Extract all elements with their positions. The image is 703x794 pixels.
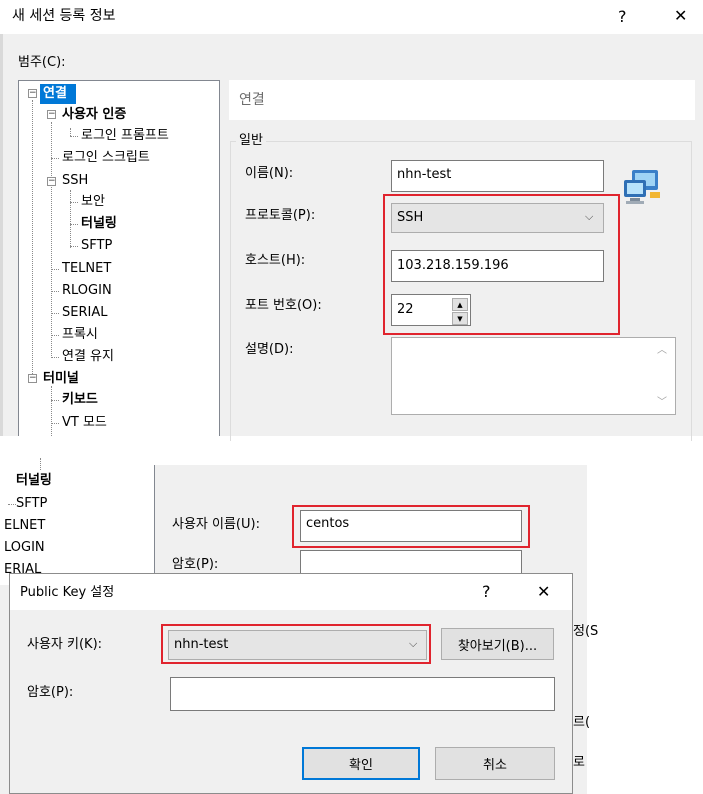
- tree-line: [70, 136, 78, 137]
- tree-item-keyboard[interactable]: 키보드: [62, 392, 98, 408]
- tree-line: [70, 128, 71, 136]
- edge-text: 르(: [573, 715, 591, 730]
- highlight-box: [161, 624, 431, 664]
- tree-line: [51, 158, 59, 159]
- bg-tree-item-sftp[interactable]: SFTP: [16, 496, 47, 512]
- tree-item-connection[interactable]: 연결: [43, 86, 67, 102]
- tree-line: [51, 357, 59, 358]
- tree-line: [40, 458, 41, 470]
- cancel-button[interactable]: 취소: [435, 747, 555, 780]
- tree-item-sftp[interactable]: SFTP: [81, 238, 112, 254]
- name-input[interactable]: nhn-test: [391, 160, 604, 192]
- tree-item-login-script[interactable]: 로그인 스크립트: [62, 150, 150, 166]
- username-label: 사용자 이름(U):: [172, 517, 260, 532]
- pk-close-button[interactable]: ✕: [537, 584, 550, 600]
- tree-line: [51, 386, 52, 436]
- left-edge: [0, 34, 3, 436]
- description-textarea[interactable]: ︿ ﹀: [391, 337, 676, 415]
- tree-line: [51, 335, 59, 336]
- tree-item-serial[interactable]: SERIAL: [62, 305, 107, 321]
- highlight-box: [292, 505, 530, 548]
- tree-item-proxy[interactable]: 프록시: [62, 327, 98, 343]
- browse-button[interactable]: 찾아보기(B)...: [441, 628, 554, 660]
- pk-help-button[interactable]: ?: [482, 584, 491, 600]
- category-label: 범주(C):: [18, 55, 66, 70]
- tree-line: [70, 202, 78, 203]
- tree-item-terminal[interactable]: 터미널: [43, 371, 79, 387]
- section-header: 연결: [239, 92, 265, 108]
- password-label: 암호(P):: [172, 557, 219, 572]
- bg-tree-item-telnet[interactable]: ELNET: [4, 518, 45, 534]
- tree-item-keepalive[interactable]: 연결 유지: [62, 349, 114, 365]
- dialog-title: 새 세션 등록 정보: [12, 8, 116, 24]
- collapse-toggle[interactable]: −: [28, 374, 37, 383]
- computer-network-icon: [622, 170, 664, 206]
- section-header-bar: [229, 80, 695, 120]
- pk-password-input[interactable]: [170, 677, 555, 711]
- protocol-label: 프로토콜(P):: [245, 208, 316, 223]
- tree-line: [51, 291, 59, 292]
- scroll-down-icon: ﹀: [657, 397, 667, 408]
- tree-item-vt-mode[interactable]: VT 모드: [62, 415, 107, 431]
- name-input-value: nhn-test: [397, 167, 452, 182]
- scroll-up-icon: ︿: [657, 345, 667, 356]
- tree-line: [8, 504, 16, 505]
- group-label: 일반: [236, 133, 266, 149]
- collapse-toggle[interactable]: −: [28, 89, 37, 98]
- user-key-label: 사용자 키(K):: [27, 637, 103, 652]
- highlight-box: [383, 194, 620, 335]
- tree-item-ssh[interactable]: SSH: [62, 173, 88, 189]
- tree-line: [51, 269, 59, 270]
- tree-line: [70, 190, 71, 248]
- tree-item-tunneling[interactable]: 터널링: [81, 216, 117, 232]
- description-label: 설명(D):: [245, 342, 294, 357]
- edge-text: 로: [573, 755, 585, 770]
- tree-line: [70, 246, 78, 247]
- tree-line: [51, 313, 59, 314]
- tree-item-login-prompt[interactable]: 로그인 프롬프트: [81, 128, 169, 144]
- tree-line: [70, 224, 78, 225]
- help-button[interactable]: ?: [618, 9, 627, 25]
- close-button[interactable]: ✕: [674, 8, 687, 24]
- tree-line: [51, 423, 59, 424]
- tree-item-security[interactable]: 보안: [81, 194, 105, 210]
- session-properties-dialog: 새 세션 등록 정보 ? ✕ 범주(C): − − − − 연결 사용자 인증 …: [0, 0, 703, 441]
- pk-dialog-title: Public Key 설정: [20, 585, 115, 600]
- tree-line: [51, 400, 59, 401]
- bg-tree-item-rlogin[interactable]: LOGIN: [4, 540, 45, 556]
- port-label: 포트 번호(O):: [245, 298, 322, 313]
- ok-button[interactable]: 확인: [302, 747, 420, 780]
- pk-password-label: 암호(P):: [27, 685, 74, 700]
- name-label: 이름(N):: [245, 166, 294, 181]
- tree-item-rlogin[interactable]: RLOGIN: [62, 283, 112, 299]
- edge-text: 정(S: [573, 624, 599, 639]
- public-key-dialog: Public Key 설정 ? ✕ 사용자 키(K): nhn-test ⌵ 찾…: [9, 573, 573, 794]
- collapse-toggle[interactable]: −: [47, 177, 56, 186]
- tree-item-user-auth[interactable]: 사용자 인증: [62, 107, 126, 123]
- tree-line: [32, 100, 33, 380]
- host-label: 호스트(H):: [245, 253, 306, 268]
- tree-item-telnet[interactable]: TELNET: [62, 261, 111, 277]
- collapse-toggle[interactable]: −: [47, 110, 56, 119]
- bg-tree-item-tunneling[interactable]: 터널링: [16, 473, 52, 489]
